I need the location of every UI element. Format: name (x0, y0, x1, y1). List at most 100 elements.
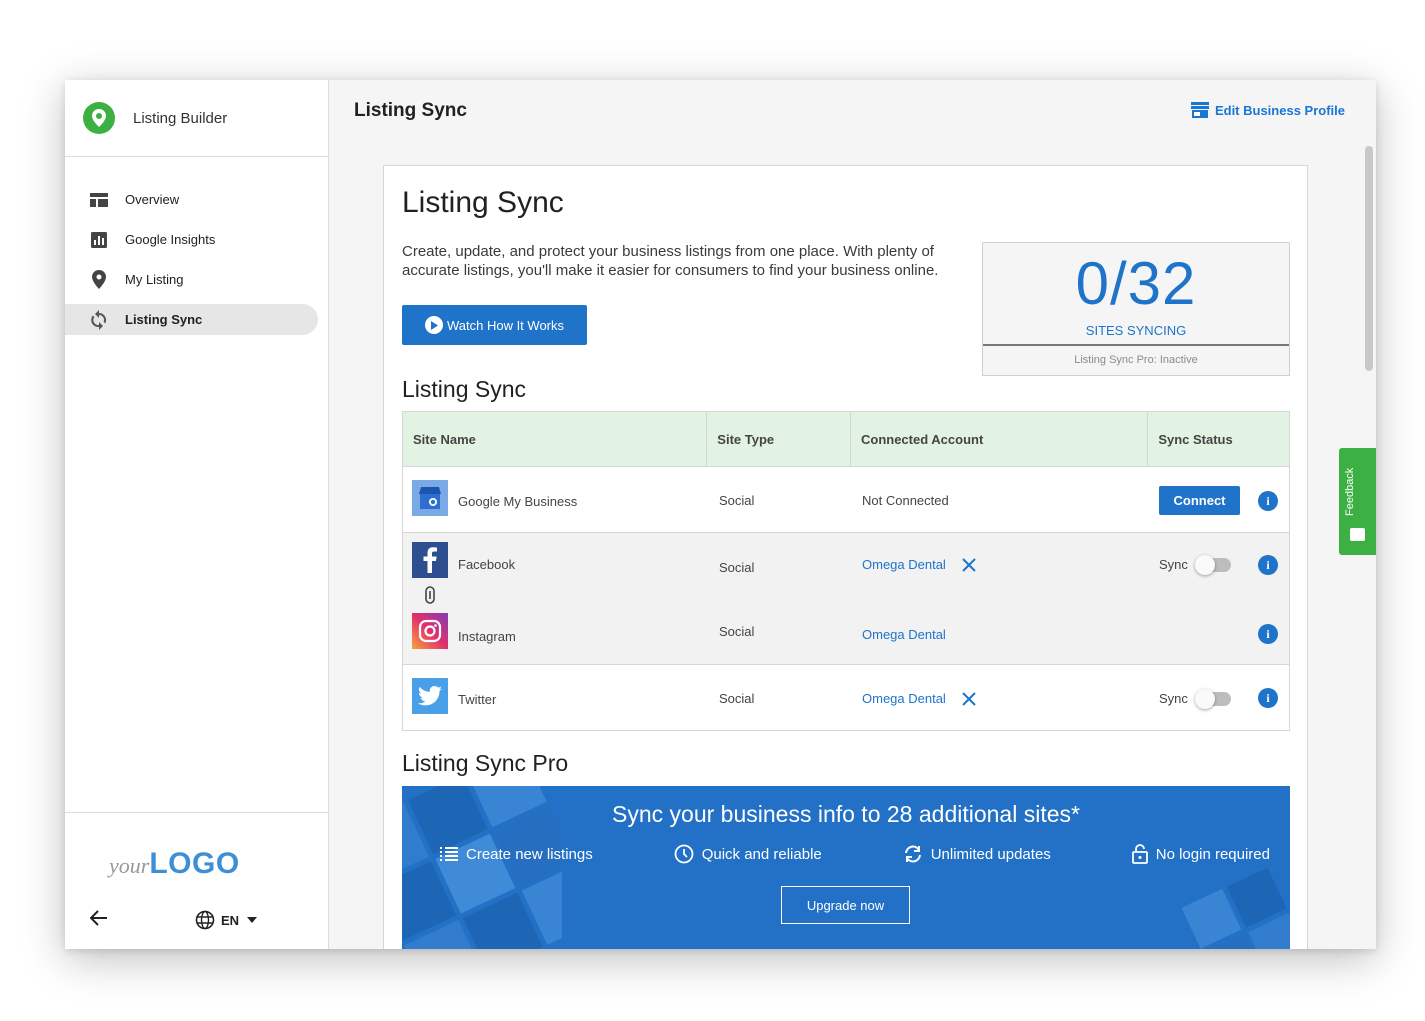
site-name: Twitter (458, 692, 497, 707)
clock-icon (674, 844, 694, 864)
sidebar-item-overview[interactable]: Overview (65, 184, 318, 215)
language-selector[interactable]: EN (195, 910, 258, 930)
feature-label: Unlimited updates (930, 845, 1051, 863)
feature-quick-reliable: Quick and reliable (674, 844, 822, 864)
edit-business-profile-link[interactable]: Edit Business Profile (1190, 102, 1345, 118)
language-code: EN (221, 912, 240, 928)
sidebar-item-label: Overview (125, 192, 180, 207)
listing-sync-table: Site Name Site Type Connected Account Sy… (402, 411, 1290, 731)
sites-syncing-label: SITES SYNCING (1085, 323, 1187, 338)
connected-account-link[interactable]: Omega Dental (862, 691, 946, 706)
table-row-facebook-instagram: Facebook Social Omega Dental Sync i Inst… (403, 532, 1289, 664)
connect-button[interactable]: Connect (1159, 486, 1240, 515)
info-icon[interactable]: i (1258, 555, 1278, 575)
app-window: Listing Builder Overview Google Insights… (65, 80, 1376, 949)
pro-section-title: Listing Sync Pro (402, 750, 569, 776)
caret-down-icon (247, 917, 258, 923)
feature-label: No login required (1155, 845, 1270, 863)
feedback-tab[interactable]: Feedback (1339, 448, 1376, 555)
scrollbar-thumb[interactable] (1365, 146, 1373, 371)
globe-icon (195, 910, 215, 930)
page-header: Listing Sync Edit Business Profile (329, 80, 1376, 142)
disconnect-icon[interactable] (962, 558, 976, 572)
table-row-google-my-business: Google My Business Social Not Connected … (403, 466, 1289, 532)
sites-syncing-stat: 0/32 SITES SYNCING Listing Sync Pro: Ina… (982, 242, 1290, 376)
listing-builder-logo-icon (83, 102, 115, 134)
feature-label: Create new listings (466, 845, 593, 863)
page-title: Listing Sync (354, 100, 467, 121)
logo-prefix: your (109, 853, 150, 878)
storefront-icon (1190, 102, 1209, 118)
sidebar-item-google-insights[interactable]: Google Insights (65, 224, 318, 255)
feature-label: Quick and reliable (701, 845, 822, 863)
info-icon[interactable]: i (1258, 624, 1278, 644)
pro-status: Listing Sync Pro: Inactive (1074, 354, 1198, 366)
sidebar-item-my-listing[interactable]: My Listing (65, 264, 318, 295)
feature-no-login: No login required (1131, 844, 1270, 864)
table-row-twitter: Twitter Social Omega Dental Sync i (403, 664, 1289, 730)
play-icon (424, 316, 443, 334)
connected-account-link[interactable]: Omega Dental (862, 627, 946, 642)
site-type: Social (719, 624, 755, 639)
sidebar-nav: Overview Google Insights My Listing List… (65, 157, 328, 335)
watch-how-it-works-button[interactable]: Watch How It Works (402, 305, 587, 345)
back-button[interactable] (87, 906, 111, 930)
sidebar-footer: yourLOGO EN (65, 812, 329, 949)
upgrade-now-button[interactable]: Upgrade now (781, 886, 910, 924)
site-name: Google My Business (458, 494, 578, 509)
col-site-type: Site Type (707, 412, 851, 466)
sidebar-item-label: Google Insights (125, 232, 216, 247)
table-header: Site Name Site Type Connected Account Sy… (403, 412, 1289, 466)
feature-create-listings: Create new listings (440, 844, 593, 864)
sites-syncing-count: 0/32 (1075, 250, 1197, 317)
watch-button-label: Watch How It Works (446, 317, 565, 333)
unlock-icon (1131, 844, 1148, 864)
logo-main: LOGO (149, 847, 240, 880)
bar-chart-icon (89, 230, 109, 250)
info-icon[interactable]: i (1258, 688, 1278, 708)
description: Create, update, and protect your busines… (402, 243, 939, 279)
disconnect-icon[interactable] (962, 692, 976, 706)
site-type: Social (719, 691, 755, 706)
stat-divider (983, 344, 1289, 346)
info-icon[interactable]: i (1258, 491, 1278, 511)
promo-headline: Sync your business info to 28 additional… (612, 801, 1080, 827)
promo-features: Create new listings Quick and reliable U… (440, 844, 1270, 864)
decorative-tiles-right (1181, 867, 1290, 949)
sidebar-item-listing-sync[interactable]: Listing Sync (65, 304, 318, 335)
twitter-icon (412, 678, 448, 714)
facebook-icon (412, 542, 448, 578)
feature-unlimited-updates: Unlimited updates (903, 844, 1051, 864)
site-type: Social (719, 493, 755, 508)
link-icon (424, 586, 436, 607)
col-connected-account: Connected Account (851, 412, 1149, 466)
edit-link-label: Edit Business Profile (1214, 102, 1345, 118)
location-pin-icon (89, 270, 109, 290)
app-title: Listing Builder (133, 109, 228, 127)
connected-account-link[interactable]: Omega Dental (862, 557, 946, 572)
arrow-left-icon (90, 910, 107, 926)
instagram-icon (412, 613, 448, 649)
connected-account: Not Connected (862, 493, 949, 508)
site-type: Social (719, 560, 755, 575)
company-logo: yourLOGO (109, 847, 240, 881)
listing-sync-pro-banner: Sync your business info to 28 additional… (402, 786, 1290, 949)
site-name: Instagram (458, 629, 516, 644)
google-my-business-icon (412, 480, 448, 516)
dashboard-icon (89, 190, 109, 210)
col-sync-status: Sync Status (1158, 431, 1233, 447)
sidebar-item-label: Listing Sync (125, 312, 203, 327)
list-icon (440, 847, 458, 861)
sync-icon (89, 309, 109, 330)
sidebar-item-label: My Listing (125, 272, 184, 287)
site-name: Facebook (458, 557, 516, 572)
sync-label: Sync (1159, 557, 1188, 572)
refresh-icon (904, 845, 921, 863)
sync-toggle[interactable] (1195, 689, 1231, 709)
listing-sync-card: Listing Sync Create, update, and protect… (383, 165, 1308, 949)
sidebar: Listing Builder Overview Google Insights… (65, 80, 329, 949)
feedback-label: Feedback (1344, 467, 1356, 516)
sync-toggle[interactable] (1195, 555, 1231, 575)
table-section-title: Listing Sync (402, 376, 527, 402)
sync-label: Sync (1159, 691, 1188, 706)
